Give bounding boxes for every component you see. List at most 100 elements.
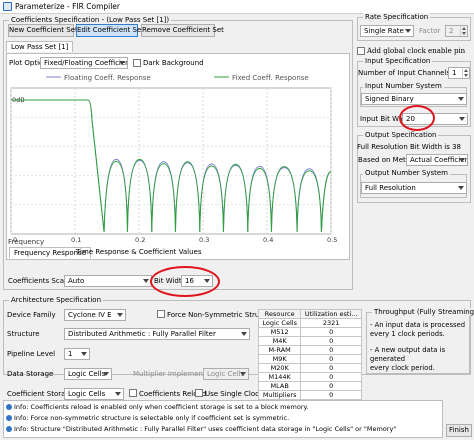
utilization-cell: 0	[300, 363, 362, 373]
resource-column-header: Resource	[257, 309, 302, 319]
utilization-cell: 0	[300, 372, 362, 382]
input-number-system-select[interactable]: Signed Binary	[361, 93, 467, 105]
multiplier-implementation-select[interactable]: Logic Cells	[203, 368, 249, 380]
spinner-arrows-icon	[460, 26, 467, 36]
table-row: M-RAM 0	[257, 345, 362, 355]
rate-specification-title: Rate Specification	[363, 13, 431, 21]
pipeline-level-label: Pipeline Level	[7, 350, 56, 358]
plot-option-select[interactable]: Fixed/Floating Coefficients	[40, 57, 128, 69]
tab-low-pass-set-1[interactable]: Low Pass Set [1]	[6, 41, 74, 52]
chevron-down-icon	[459, 158, 465, 162]
info-message-line: Info: Coefficients reload is enabled onl…	[6, 403, 308, 411]
device-family-select[interactable]: Cyclone IV E	[64, 309, 126, 321]
input-number-system-value: Signed Binary	[365, 95, 414, 103]
input-specification-title: Input Specification	[363, 57, 433, 65]
multiplier-implementation-value: Logic Cells	[207, 370, 245, 378]
factor-value: 2	[449, 27, 454, 35]
throughput-line: every 1 clock periods.	[370, 330, 445, 338]
info-icon	[6, 426, 12, 432]
x-tick-label: 0.2	[135, 236, 145, 244]
input-channels-spinner[interactable]: 1	[448, 67, 470, 79]
throughput-line: - A new output data is generated	[370, 346, 446, 363]
utilization-cell: 0	[300, 345, 362, 355]
coefficient-storage-value: Logic Cells	[68, 390, 106, 398]
new-coefficient-set-button[interactable]: New Coefficient Set	[8, 24, 78, 37]
output-number-system-value: Full Resolution	[365, 184, 416, 192]
device-family-label: Device Family	[7, 311, 56, 319]
resource-cell: M20K	[257, 363, 302, 373]
resource-cell: M512	[257, 327, 302, 337]
chevron-down-icon	[103, 372, 109, 376]
coefficient-storage-select[interactable]: Logic Cells	[64, 388, 124, 400]
based-on-method-select[interactable]: Actual Coefficients	[406, 154, 468, 166]
info-message-line: Info: Force non-symmetric structure is s…	[6, 414, 289, 422]
table-row: Logic Cells 2321	[257, 318, 362, 328]
throughput-text: - An input data is processed every 1 clo…	[370, 321, 474, 373]
throughput-line: - An input data is processed	[370, 321, 466, 329]
input-channels-label: Number of Input Channels	[358, 69, 451, 77]
dark-background-checkbox[interactable]	[133, 59, 141, 67]
chevron-down-icon	[115, 392, 121, 396]
resource-cell: M9K	[257, 354, 302, 364]
factor-spinner[interactable]: 2	[445, 25, 468, 37]
output-number-system-label: Output Number System	[363, 169, 450, 177]
device-family-value: Cyclone IV E	[68, 311, 112, 319]
table-row: M9K 0	[257, 354, 362, 364]
use-single-clock-label: Use Single Clock	[205, 390, 264, 398]
utilization-cell: 0	[300, 336, 362, 346]
structure-label: Structure	[7, 330, 40, 338]
info-message-text: Info: Coefficients reload is enabled onl…	[14, 403, 309, 411]
x-tick-label: 0.3	[199, 236, 209, 244]
resource-cell: Multipliers	[257, 390, 302, 400]
force-non-symmetric-checkbox[interactable]	[157, 310, 165, 318]
plot-option-value: Fixed/Floating Coefficients	[44, 59, 128, 67]
chevron-down-icon	[143, 279, 149, 283]
utilization-column-header: Utilization esti...	[300, 309, 362, 319]
output-specification-title: Output Specification	[363, 131, 439, 139]
resource-cell: Logic Cells	[257, 318, 302, 328]
utilization-cell: 0	[300, 354, 362, 364]
resource-cell: M144K	[257, 372, 302, 382]
info-message-text: Info: Structure "Distributed Arithmetic …	[14, 425, 397, 433]
data-storage-select[interactable]: Logic Cells	[64, 368, 112, 380]
global-clock-enable-label: Add global clock enable pin	[367, 47, 466, 55]
table-header-row: Resource Utilization esti...	[257, 309, 362, 319]
coefficients-scaling-value: Auto	[68, 277, 85, 285]
chevron-down-icon	[117, 313, 123, 317]
utilization-cell: 2321	[300, 318, 362, 328]
chevron-down-icon	[405, 29, 411, 33]
data-storage-value: Logic Cells	[68, 370, 106, 378]
coefficients-reload-checkbox[interactable]	[129, 389, 137, 397]
chevron-down-icon	[81, 352, 87, 356]
structure-select[interactable]: Distributed Arithmetic : Fully Parallel …	[64, 328, 250, 340]
finish-button[interactable]: Finish	[446, 424, 472, 437]
chevron-down-icon	[459, 117, 465, 121]
global-clock-enable-checkbox[interactable]	[357, 47, 365, 55]
tab-time-response[interactable]: Time Response & Coefficient Values	[76, 248, 202, 256]
info-message-text: Info: Force non-symmetric structure is s…	[14, 414, 290, 422]
bit-width-highlight	[150, 266, 220, 297]
coefficients-scaling-select[interactable]: Auto	[64, 275, 152, 287]
plot-area	[10, 87, 332, 235]
edit-coefficient-set-button[interactable]: Edit Coefficient Set	[76, 24, 144, 37]
x-tick-label: 0.4	[263, 236, 273, 244]
input-channels-value: 1	[452, 69, 457, 77]
remove-coefficient-set-button[interactable]: Remove Coefficient Set	[141, 24, 224, 37]
input-number-system-label: Input Number System	[363, 82, 444, 90]
factor-label: Factor	[419, 27, 441, 35]
output-number-system-select[interactable]: Full Resolution	[361, 182, 467, 194]
pipeline-level-select[interactable]: 1	[64, 348, 90, 360]
table-row: M20K 0	[257, 363, 362, 373]
x-tick-label: 0.1	[71, 236, 81, 244]
use-single-clock-checkbox[interactable]	[195, 389, 203, 397]
chevron-down-icon	[240, 372, 246, 376]
dark-background-label: Dark Background	[143, 59, 204, 67]
data-storage-label: Data Storage	[7, 370, 54, 378]
rate-select[interactable]: Single Rate	[360, 25, 414, 37]
utilization-cell: 0	[300, 327, 362, 337]
resource-utilization-table: Resource Utilization esti... Logic Cells…	[257, 309, 362, 400]
resource-cell: M-RAM	[257, 345, 302, 355]
resource-cell: M4K	[257, 336, 302, 346]
legend-floating: Floating Coeff. Response	[64, 74, 151, 82]
info-icon	[6, 404, 12, 410]
